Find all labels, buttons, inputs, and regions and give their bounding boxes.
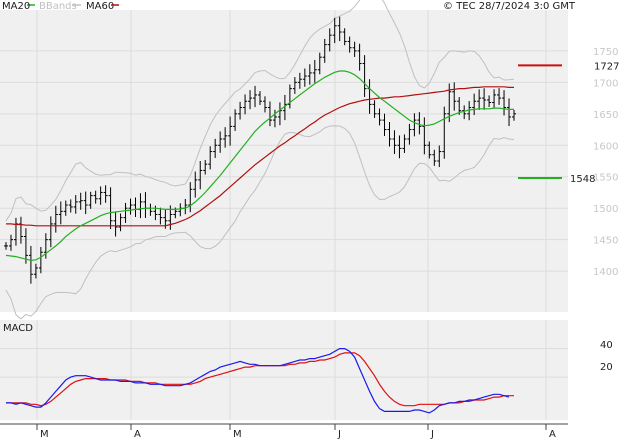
price-tick-label: 1750 xyxy=(593,47,618,58)
price-tick-label: 1550 xyxy=(593,173,618,184)
copyright-text: © TEC 28/7/2024 3:0 GMT xyxy=(443,1,576,12)
support-label: 1548 xyxy=(570,174,595,185)
price-tick-label: 1500 xyxy=(593,204,618,215)
price-tick-label: 1400 xyxy=(593,267,618,278)
x-month-label: M xyxy=(40,429,49,440)
x-month-label: J xyxy=(337,429,341,440)
x-month-label: J xyxy=(430,429,434,440)
stock-chart: MA20 BBands MA60 © TEC 28/7/2024 3:0 GMT… xyxy=(0,0,619,440)
price-panel xyxy=(0,10,568,312)
macd-panel xyxy=(0,320,568,420)
x-month-label: A xyxy=(549,429,556,440)
price-axis-labels: 1750 1700 1650 1600 1550 1500 1450 1400 xyxy=(593,47,618,278)
resistance-label: 1727 xyxy=(594,61,619,72)
x-axis: MAMJJA xyxy=(0,423,568,440)
ma60-legend-label: MA60 xyxy=(86,1,114,12)
price-tick-label: 1700 xyxy=(593,78,618,89)
price-tick-label: 1650 xyxy=(593,110,618,121)
price-tick-label: 1450 xyxy=(593,236,618,247)
bbands-legend-label: BBands xyxy=(39,1,77,12)
macd-title: MACD xyxy=(3,323,33,334)
x-month-label: A xyxy=(134,429,141,440)
price-tick-label: 1600 xyxy=(593,141,618,152)
macd-tick-20: 20 xyxy=(600,362,613,373)
macd-tick-40: 40 xyxy=(600,340,613,351)
ma20-legend-label: MA20 xyxy=(2,1,30,12)
x-month-label: M xyxy=(233,429,242,440)
